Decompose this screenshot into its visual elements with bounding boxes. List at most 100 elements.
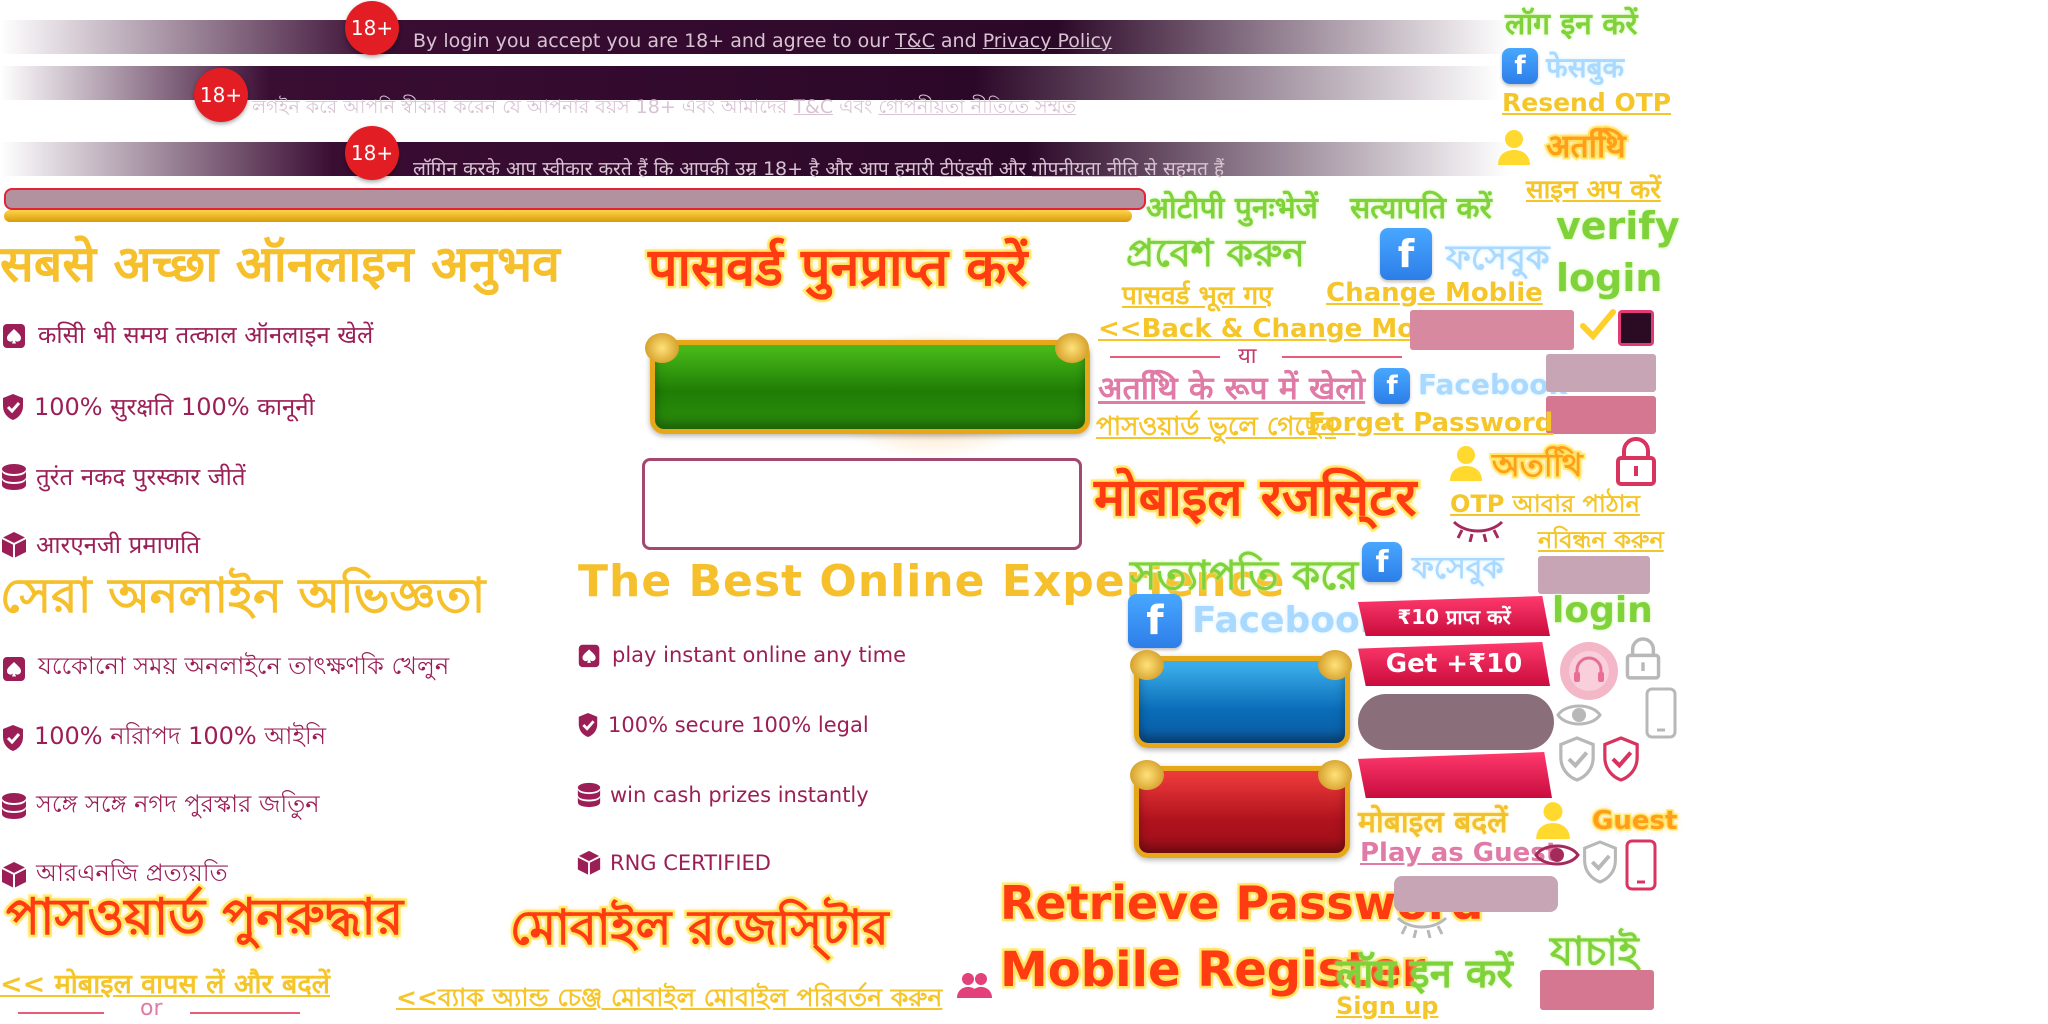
play-as-guest-link-en[interactable]: Play as Guest [1360, 838, 1558, 868]
guest-user-icon [1450, 446, 1482, 481]
red-game-button[interactable] [1134, 766, 1350, 858]
loading-bar-gold [4, 210, 1132, 222]
login-label-en-2[interactable]: login [1552, 590, 1653, 631]
title-retrieve-password-hi: पासवर्ड पुनप्राप्त करें [645, 236, 1029, 301]
input-placeholder-bar [1540, 970, 1654, 1010]
feature-play-anytime-en: play instant online any time [576, 640, 906, 670]
spade-card-icon [578, 644, 600, 668]
guest-user-icon [1536, 802, 1570, 839]
age-18-badge: 18+ [345, 1, 399, 55]
tc-link[interactable]: T&C [895, 30, 935, 52]
gold-ornament [1130, 650, 1164, 680]
facebook-icon[interactable]: f [1374, 368, 1410, 404]
resend-otp-link-en[interactable]: Resend OTP [1502, 88, 1671, 117]
input-placeholder-bar [1546, 354, 1656, 392]
reward-ribbon-hi[interactable]: ₹10 प्राप्त करें [1358, 596, 1550, 636]
cube-icon [577, 850, 601, 876]
coins-icon [2, 463, 26, 490]
facebook-icon[interactable]: f [1502, 48, 1538, 84]
gold-ornament [1055, 333, 1089, 363]
tc-link[interactable]: टीएंडसी [940, 158, 993, 180]
phone-icon [1645, 687, 1677, 739]
facebook-icon[interactable]: f [1380, 228, 1432, 280]
privacy-policy-link[interactable]: Privacy Policy [983, 30, 1112, 52]
gray-pill-button[interactable] [1358, 694, 1554, 750]
privacy-policy-link[interactable]: गोपनीयता नीति [1032, 158, 1138, 180]
lock-icon [1625, 637, 1661, 680]
change-mobile-label-hi[interactable]: मोबाइल बदलें [1358, 800, 1508, 841]
facebook-label-en[interactable]: Facebook [1418, 368, 1567, 401]
guest-label-hi[interactable]: अतथिि [1544, 124, 1628, 167]
green-game-button[interactable] [650, 340, 1090, 434]
facebook-icon[interactable]: f [1128, 594, 1182, 648]
checkmark-icon [1580, 309, 1616, 341]
eye-closed-icon[interactable] [1394, 914, 1450, 938]
shield-check-icon [1559, 736, 1595, 782]
shield-check-icon [578, 713, 598, 737]
feature-play-anytime-hi: कसिी भी समय तत्काल ऑनलाइन खेलें [0, 318, 373, 351]
heading-best-experience-bn: সেরা অনলাইন অভিজ্ঞতা [0, 568, 486, 624]
tc-link[interactable]: T&C [793, 96, 833, 118]
eye-icon[interactable] [1556, 700, 1602, 730]
spade-card-icon [3, 323, 25, 348]
blue-game-button[interactable] [1134, 656, 1350, 748]
facebook-label-bn[interactable]: ফসেবুক [1412, 544, 1503, 595]
login-label-en[interactable]: login [1556, 256, 1662, 300]
divider-line [18, 1012, 104, 1014]
feature-play-anytime-bn: যকোেনো সময় অনলাইনে তাৎক্ষণকি খেলুন [0, 648, 449, 688]
coins-icon [577, 782, 601, 808]
facebook-label-en[interactable]: Facebook [1192, 600, 1384, 641]
feature-secure-legal-en: 100% secure 100% legal [576, 710, 869, 740]
back-change-mobile-link-bn[interactable]: <<ব্যাক অ্যান্ড চেঞ্জ মোবাইল মোবাইল পরিব… [396, 978, 942, 1021]
reward-ribbon-en[interactable]: Get +₹10 [1358, 642, 1550, 686]
divider-or-en: or [140, 996, 163, 1021]
verify-label-hi[interactable]: सत्यापति करें [1350, 186, 1492, 227]
age-18-badge: 18+ [345, 126, 399, 180]
headset-icon[interactable] [1558, 640, 1620, 702]
title-retrieve-password-bn: পাসওয়ার্ড পুনরুদ্ধার [3, 886, 405, 949]
text-input-box[interactable] [642, 458, 1082, 550]
login-label-hi-2[interactable]: लॉग इन करें [1336, 944, 1513, 999]
verify-label-en[interactable]: verify [1556, 204, 1680, 248]
eye-icon[interactable] [1534, 840, 1580, 870]
facebook-icon[interactable]: f [1362, 542, 1402, 582]
feature-secure-legal-bn: 100% নরিাপদ 100% আইনি [0, 718, 326, 758]
shield-check-icon [1583, 840, 1617, 884]
feature-rng-certified-hi: आरएनजी प्रमाणति [0, 528, 200, 561]
change-mobile-link-en[interactable]: Change Moblie [1326, 278, 1543, 308]
forgot-password-link-bn[interactable]: পাসওয়ার্ড ভুলে গেছেন [1096, 406, 1336, 450]
feature-rng-certified-en: RNG CERTIFIED [576, 848, 771, 878]
signup-link-hi[interactable]: साइन अप करें [1526, 170, 1661, 206]
phone-icon [1625, 839, 1657, 891]
input-placeholder-bar [1410, 310, 1574, 350]
facebook-label-hi[interactable]: फेसबुक [1546, 48, 1624, 86]
divider-line [1282, 356, 1402, 358]
forget-password-link-en[interactable]: Forget Password [1308, 408, 1553, 438]
consent-text-en: By login you accept you are 18+ and agre… [413, 30, 1113, 52]
guest-user-icon [1498, 130, 1530, 165]
input-placeholder-bar [1394, 876, 1558, 912]
resend-otp-label-hi[interactable]: ओटीपी पुनःभेजें [1146, 186, 1318, 227]
input-placeholder-bar [1538, 556, 1650, 594]
loading-bar [4, 188, 1146, 210]
feature-cash-prizes-hi: तुरंत नकद पुरस्कार जीतें [0, 460, 246, 493]
gold-ornament [1318, 760, 1352, 790]
shield-check-icon [3, 725, 23, 751]
divider-line [190, 1012, 300, 1014]
spade-card-icon [3, 657, 25, 681]
gold-ornament [645, 333, 679, 363]
play-as-guest-label-hi[interactable]: अतथिि के रूप में खेलो [1098, 366, 1365, 409]
back-change-mobile-link-hi[interactable]: << मोबाइल वापस लें और बदलें [0, 964, 330, 1001]
privacy-policy-link[interactable]: গোপনীয়তা নীতিতে সম্মত [878, 96, 1076, 118]
signup-link-en[interactable]: Sign up [1336, 992, 1438, 1020]
shield-check-icon [1603, 736, 1639, 782]
login-label-hi[interactable]: लॉग इन करें [1505, 2, 1638, 43]
gold-ornament [1318, 650, 1352, 680]
guest-label-en[interactable]: Guest [1590, 805, 1678, 838]
red-ribbon-blank [1358, 752, 1552, 798]
eye-closed-icon[interactable] [1450, 518, 1506, 542]
checkbox-checked[interactable] [1618, 310, 1654, 346]
forgot-password-link-hi[interactable]: पासवर्ड भूल गए [1122, 276, 1272, 312]
users-icon [957, 973, 992, 998]
divider-line [1110, 356, 1220, 358]
